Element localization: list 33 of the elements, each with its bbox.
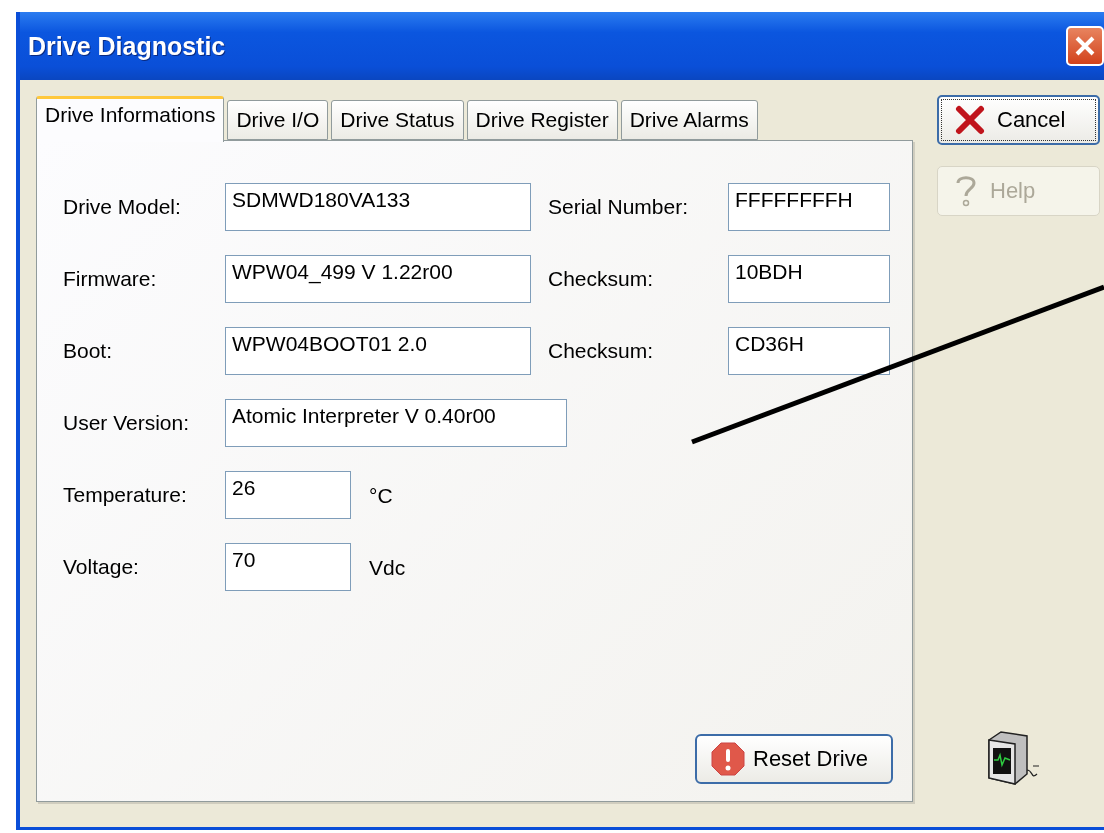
reset-drive-button[interactable]: Reset Drive (695, 734, 893, 784)
field-label: User Version: (63, 411, 191, 435)
tab[interactable]: Drive Informations (36, 96, 225, 142)
field-label: Boot: (63, 339, 114, 363)
field-label: Temperature: (63, 483, 188, 507)
text-field[interactable]: 26 (225, 471, 351, 519)
field-label: Voltage: (63, 555, 140, 579)
question-mark-icon (954, 174, 978, 208)
unit-label: Vdc (369, 556, 406, 580)
tab[interactable]: Drive Register (466, 100, 618, 140)
field-label: Drive Model: (63, 195, 182, 219)
warning-icon (711, 742, 745, 776)
tab[interactable]: Drive Status (331, 100, 464, 140)
field-label: Checksum: (548, 339, 655, 363)
field-label: Firmware: (63, 267, 158, 291)
field-label: Serial Number: (548, 195, 690, 219)
close-button[interactable] (1066, 26, 1104, 66)
close-icon (1073, 34, 1097, 58)
tab[interactable]: Drive Alarms (620, 100, 758, 140)
text-field[interactable]: CD36H (728, 327, 890, 375)
text-field[interactable]: WPW04BOOT01 2.0 (225, 327, 531, 375)
text-field[interactable]: 70 (225, 543, 351, 591)
window-title: Drive Diagnostic (28, 31, 226, 61)
text-field[interactable]: Atomic Interpreter V 0.40r00 (225, 399, 567, 447)
text-field[interactable]: FFFFFFFFH (728, 183, 890, 231)
text-field[interactable]: 10BDH (728, 255, 890, 303)
text-field[interactable]: SDMWD180VA133 (225, 183, 531, 231)
text-field[interactable]: WPW04_499 V 1.22r00 (225, 255, 531, 303)
unit-label: °C (369, 484, 393, 508)
cross-icon (955, 105, 985, 135)
cancel-button[interactable]: Cancel (937, 95, 1100, 145)
tab[interactable]: Drive I/O (227, 100, 329, 140)
field-label: Checksum: (548, 267, 655, 291)
